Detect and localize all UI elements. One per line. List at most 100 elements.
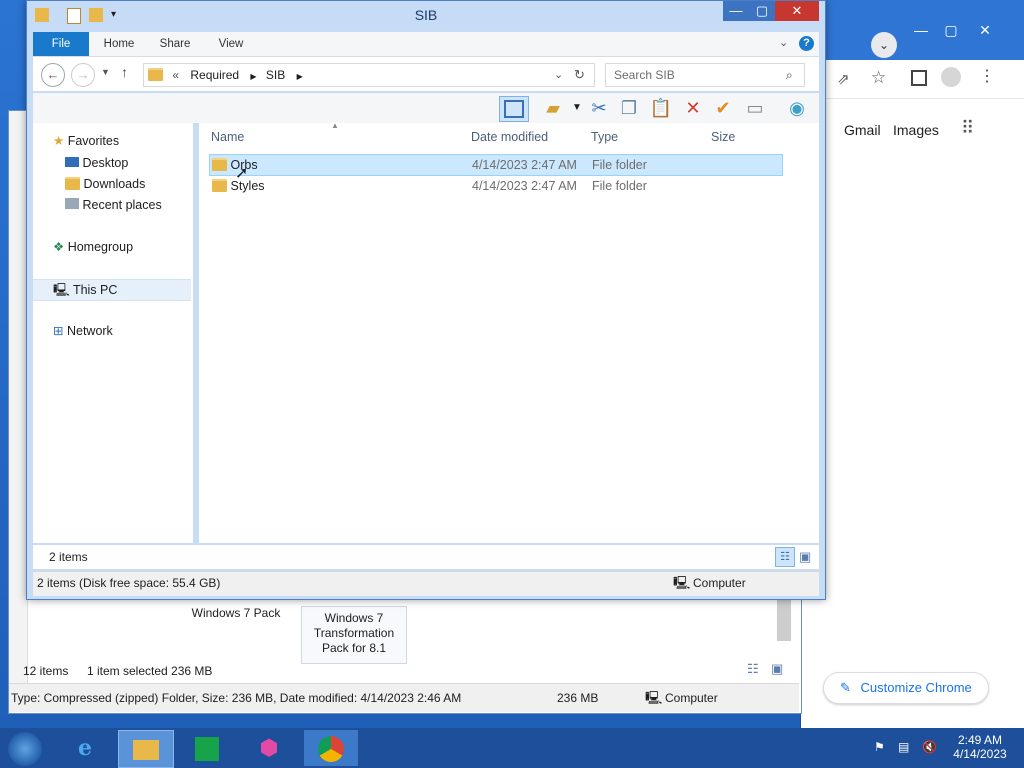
help-icon[interactable]: ? xyxy=(799,36,814,51)
window-title: SIB xyxy=(414,7,438,23)
recent-locations-icon[interactable]: ▼ xyxy=(101,67,110,77)
folder-options-icon[interactable]: ▰ xyxy=(541,96,565,120)
forward-button[interactable]: → xyxy=(71,63,95,87)
homegroup-icon: ❖ xyxy=(53,240,65,254)
close-icon[interactable]: ✕ xyxy=(971,20,999,40)
breadcrumb-overflow[interactable]: « xyxy=(172,68,179,82)
clock[interactable]: 2:49 AM 4/14/2023 xyxy=(950,733,1010,761)
nav-downloads[interactable]: Downloads xyxy=(65,174,145,194)
search-input[interactable]: Search SIB xyxy=(614,68,675,82)
up-button[interactable]: ↑ xyxy=(121,64,128,80)
file-explorer-icon[interactable] xyxy=(118,730,174,768)
computer-icon: 🖳 xyxy=(673,575,691,590)
item-count: 12 items xyxy=(23,664,69,678)
properties-icon[interactable]: ▭ xyxy=(743,96,767,120)
status-free-space: 2 items (Disk free space: 55.4 GB) xyxy=(37,576,221,590)
details-view-icon[interactable]: ☷ xyxy=(775,547,795,567)
column-date-modified[interactable]: Date modified xyxy=(471,127,548,147)
gmail-link[interactable]: Gmail xyxy=(844,122,881,138)
refresh-icon[interactable]: ↻ xyxy=(574,64,585,86)
clock-date: 4/14/2023 xyxy=(953,747,1007,761)
computer-icon: 🖳 xyxy=(645,690,663,705)
sort-arrow-icon: ▲ xyxy=(331,121,339,130)
close-button[interactable]: ✕ xyxy=(775,1,819,21)
chevron-right-icon[interactable]: ▶ xyxy=(297,72,303,81)
cut-icon[interactable]: ✂ xyxy=(587,96,611,120)
table-row[interactable]: Orbs 4/14/2023 2:47 AM File folder xyxy=(209,154,783,176)
preview-pane-icon[interactable] xyxy=(499,96,529,122)
large-icons-view-icon[interactable]: ▣ xyxy=(799,547,811,567)
network-tray-icon[interactable]: ▤ xyxy=(898,740,909,754)
nav-desktop[interactable]: Desktop xyxy=(65,153,128,173)
images-link[interactable]: Images xyxy=(893,122,939,138)
chrome-toolbar: ⇗ ☆ ⋮ xyxy=(801,60,1024,99)
dropdown-icon[interactable]: ▼ xyxy=(565,96,589,120)
column-name[interactable]: Name xyxy=(211,127,244,147)
chevron-right-icon[interactable]: ▶ xyxy=(250,72,256,81)
nav-homegroup[interactable]: ❖ Homegroup xyxy=(53,237,133,257)
large-icons-view-icon[interactable]: ▣ xyxy=(771,661,783,677)
breadcrumb-required[interactable]: Required xyxy=(190,68,239,82)
apps-grid-icon[interactable]: ⠿ xyxy=(961,118,974,139)
start-button[interactable] xyxy=(8,732,42,766)
items-line: 2 items ☷ ▣ xyxy=(33,545,819,569)
recent-places-icon xyxy=(65,198,79,209)
internet-explorer-icon[interactable]: e xyxy=(58,730,112,766)
shell-icon[interactable]: ◉ xyxy=(785,96,809,120)
delete-icon[interactable]: ✕ xyxy=(681,96,705,120)
pink-app-icon[interactable]: ⬢ xyxy=(242,730,296,766)
menu-icon[interactable]: ⋮ xyxy=(979,66,995,86)
flag-icon[interactable]: ⚑ xyxy=(874,740,885,754)
expand-ribbon-icon[interactable]: ⌄ xyxy=(779,36,788,49)
file-tile-selected[interactable]: Windows 7 Transformation Pack for 8.1 xyxy=(301,606,407,664)
bookmark-star-icon[interactable]: ☆ xyxy=(871,68,886,88)
file-tile[interactable]: Windows 7 Pack xyxy=(184,606,288,666)
address-bar[interactable]: « Required ▶ SIB ▶ ⌄ ↻ xyxy=(143,63,595,87)
star-icon: ★ xyxy=(53,134,65,148)
nav-favorites[interactable]: ★ Favorites xyxy=(53,131,119,151)
tab-view[interactable]: View xyxy=(211,32,251,56)
folder-icon xyxy=(148,68,163,82)
details-view-icon[interactable]: ☷ xyxy=(747,661,759,677)
profile-icon[interactable] xyxy=(941,67,961,87)
rename-check-icon[interactable]: ✔ xyxy=(711,96,735,120)
file-type: File folder xyxy=(592,158,647,172)
nav-recent-places[interactable]: Recent places xyxy=(65,195,162,215)
minimize-icon[interactable]: — xyxy=(907,20,935,40)
tab-home[interactable]: Home xyxy=(97,32,141,56)
nav-this-pc[interactable]: 🖳 This PC xyxy=(33,279,191,301)
column-size[interactable]: Size xyxy=(711,127,735,147)
column-type[interactable]: Type xyxy=(591,127,618,147)
desktop-icon xyxy=(65,157,79,167)
maximize-icon[interactable]: ▢ xyxy=(937,20,965,40)
tab-share[interactable]: Share xyxy=(153,32,197,56)
background-status-bar: Type: Compressed (zipped) Folder, Size: … xyxy=(9,683,799,712)
maximize-button[interactable]: ▢ xyxy=(749,1,775,21)
table-row[interactable]: Styles 4/14/2023 2:47 AM File folder xyxy=(209,176,781,196)
copy-icon[interactable]: ❐ xyxy=(617,96,641,120)
tab-file[interactable]: File xyxy=(33,32,89,56)
chrome-icon[interactable] xyxy=(304,730,358,766)
search-icon[interactable]: ⌕ xyxy=(786,64,793,86)
paste-icon[interactable]: 📋 xyxy=(649,96,673,120)
folder-icon xyxy=(212,179,227,193)
store-icon[interactable] xyxy=(180,730,234,766)
file-type: File folder xyxy=(592,179,647,193)
search-box[interactable]: Search SIB ⌕ xyxy=(605,63,805,87)
side-panel-icon[interactable] xyxy=(911,70,927,86)
chevron-down-icon[interactable]: ⌄ xyxy=(871,32,897,58)
file-list: Name ▲ Date modified Type Size Orbs 4/14… xyxy=(199,121,819,543)
breadcrumb-sib[interactable]: SIB xyxy=(266,68,285,82)
nav-network[interactable]: ⊞ Network xyxy=(53,321,113,341)
share-icon[interactable]: ⇗ xyxy=(837,70,850,88)
network-icon: ⊞ xyxy=(53,324,64,338)
pencil-icon: ✎ xyxy=(840,680,851,695)
customize-chrome-button[interactable]: ✎ Customize Chrome xyxy=(823,672,989,704)
status-location: Computer xyxy=(693,576,746,590)
volume-muted-icon[interactable]: 🔇 xyxy=(922,740,937,754)
back-button[interactable]: ← xyxy=(41,63,65,87)
minimize-button[interactable]: — xyxy=(723,1,749,21)
address-dropdown-icon[interactable]: ⌄ xyxy=(554,64,563,86)
selected-info: 1 item selected 236 MB xyxy=(87,664,213,678)
status-location: Computer xyxy=(665,691,718,705)
